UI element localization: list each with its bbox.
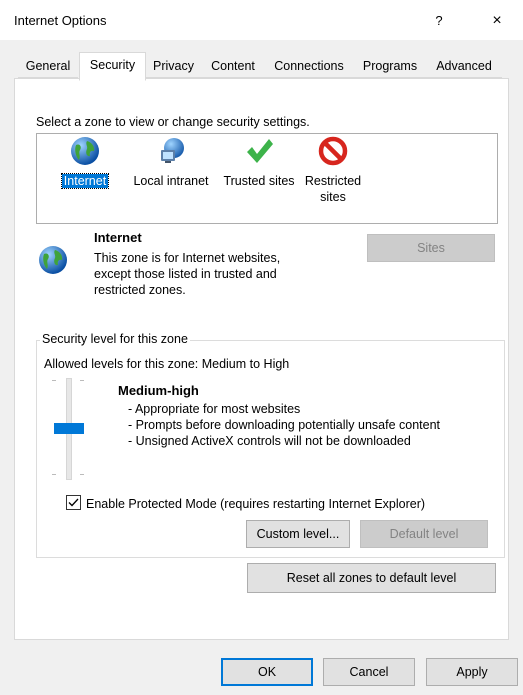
slider-tick (52, 474, 56, 475)
tab-general[interactable]: General (18, 55, 78, 78)
slider-thumb[interactable] (54, 423, 84, 434)
level-bullet: - Prompts before downloading potentially… (128, 418, 440, 432)
cancel-button[interactable]: Cancel (323, 658, 415, 686)
apply-button[interactable]: Apply (426, 658, 518, 686)
zone-label-line1: Restricted (304, 174, 362, 188)
tab-security[interactable]: Security (79, 52, 146, 81)
level-bullet: - Appropriate for most websites (128, 402, 301, 416)
close-button[interactable]: × (480, 8, 514, 34)
zone-local-intranet[interactable]: Local intranet (126, 133, 216, 193)
globe-icon (39, 246, 67, 274)
reset-all-zones-button[interactable]: Reset all zones to default level (247, 563, 496, 593)
level-bullet: - Unsigned ActiveX controls will not be … (128, 434, 411, 448)
network-icon (161, 138, 184, 163)
prohibited-icon (318, 136, 348, 166)
custom-level-button[interactable]: Custom level... (246, 520, 350, 548)
tab-connections[interactable]: Connections (264, 55, 354, 78)
zone-label-line2: sites (320, 190, 346, 204)
zone-label: Internet (60, 173, 110, 189)
default-level-button[interactable]: Default level (360, 520, 488, 548)
zone-label: Restricted sites (302, 173, 364, 205)
zone-label: Trusted sites (223, 174, 295, 188)
level-description: - Appropriate for most websites - Prompt… (128, 401, 440, 449)
zone-name: Internet (94, 230, 142, 245)
protected-mode-checkbox[interactable] (66, 495, 81, 510)
ok-button[interactable]: OK (221, 658, 313, 686)
level-name: Medium-high (118, 383, 199, 398)
slider-tick (80, 380, 84, 381)
globe-icon (71, 137, 99, 165)
allowed-levels: Allowed levels for this zone: Medium to … (44, 357, 290, 371)
check-icon (68, 498, 79, 507)
zone-internet[interactable]: Internet (50, 133, 120, 193)
zone-trusted-sites[interactable]: Trusted sites (216, 133, 302, 193)
checkmark-icon (247, 139, 273, 163)
zone-label: Local intranet (133, 174, 209, 188)
protected-mode-label: Enable Protected Mode (requires restarti… (86, 497, 426, 511)
zone-restricted-sites[interactable]: Restricted sites (302, 133, 364, 205)
window-title: Internet Options (14, 13, 107, 28)
tab-privacy[interactable]: Privacy (145, 55, 202, 78)
zone-description: This zone is for Internet websites, exce… (94, 251, 281, 297)
tab-content[interactable]: Content (202, 55, 264, 78)
help-button[interactable]: ? (422, 8, 456, 34)
zones-prompt: Select a zone to view or change security… (36, 115, 310, 129)
group-title: Security level for this zone (40, 332, 190, 346)
tab-advanced[interactable]: Advanced (426, 55, 502, 78)
security-level-slider[interactable] (52, 378, 88, 480)
sites-button[interactable]: Sites (367, 234, 495, 262)
slider-tick (80, 474, 84, 475)
tab-programs[interactable]: Programs (354, 55, 426, 78)
slider-tick (52, 380, 56, 381)
protected-mode-row[interactable]: Enable Protected Mode (requires restarti… (66, 495, 425, 511)
